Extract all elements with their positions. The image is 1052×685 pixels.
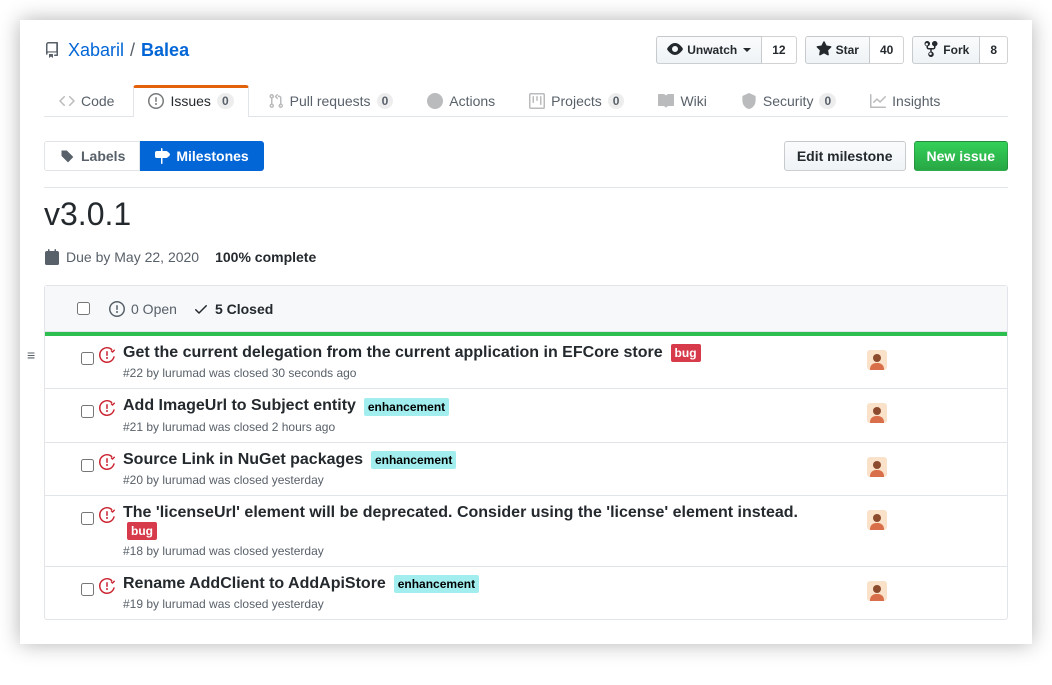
project-icon	[529, 93, 545, 109]
check-icon	[193, 301, 209, 317]
issue-opened-icon	[109, 301, 125, 317]
due-date: Due by May 22, 2020	[66, 249, 199, 265]
issue-title-link[interactable]: Get the current delegation from the curr…	[123, 344, 663, 361]
fork-count[interactable]: 8	[980, 36, 1008, 64]
repo-header: Xabaril / Balea Unwatch 12 Star 40	[44, 36, 1008, 64]
issue-label[interactable]: bug	[127, 522, 157, 540]
issue-label[interactable]: bug	[671, 344, 701, 362]
issue-meta: #18 by lurumad was closed yesterday	[123, 540, 999, 558]
star-button[interactable]: Star	[805, 36, 870, 64]
star-icon	[816, 40, 832, 60]
row-checkbox[interactable]	[81, 583, 94, 596]
issue-title-link[interactable]: Add ImageUrl to Subject entity	[123, 397, 356, 414]
repo-title: Xabaril / Balea	[44, 40, 189, 61]
row-checkbox[interactable]	[81, 405, 94, 418]
closed-filter[interactable]: 5 Closed	[193, 301, 273, 317]
issue-label[interactable]: enhancement	[394, 575, 479, 593]
issue-row: The 'licenseUrl' element will be depreca…	[45, 495, 1007, 566]
pulls-counter: 0	[377, 93, 394, 109]
tag-icon	[59, 148, 75, 164]
tab-projects[interactable]: Projects 0	[514, 85, 639, 117]
assignee-avatar[interactable]	[867, 581, 887, 604]
issue-row: Source Link in NuGet packages enhancemen…	[45, 442, 1007, 495]
issue-closed-icon	[99, 400, 115, 416]
issue-list: 0 Open 5 Closed ≡Get the current delegat…	[44, 285, 1008, 620]
issue-closed-icon	[99, 578, 115, 594]
issue-title-link[interactable]: Rename AddClient to AddApiStore	[123, 575, 386, 592]
assignee-avatar[interactable]	[867, 510, 887, 533]
issue-title-link[interactable]: The 'licenseUrl' element will be depreca…	[123, 504, 798, 521]
repo-actions: Unwatch 12 Star 40 Fork 8	[656, 36, 1008, 64]
owner-link[interactable]: Xabaril	[68, 40, 124, 61]
shield-icon	[741, 93, 757, 109]
tab-pull-requests[interactable]: Pull requests 0	[253, 85, 409, 117]
fork-button[interactable]: Fork	[912, 36, 980, 64]
tab-security[interactable]: Security 0	[726, 85, 851, 117]
new-issue-button[interactable]: New issue	[914, 141, 1008, 171]
pull-request-icon	[268, 93, 284, 109]
row-checkbox[interactable]	[81, 459, 94, 472]
tab-insights[interactable]: Insights	[855, 85, 955, 117]
issue-label[interactable]: enhancement	[371, 451, 456, 469]
fork-icon	[923, 40, 939, 60]
milestone-meta: Due by May 22, 2020 100% complete	[44, 249, 1008, 265]
caret-down-icon	[743, 48, 751, 52]
edit-milestone-button[interactable]: Edit milestone	[784, 141, 906, 171]
milestone-icon	[154, 148, 170, 164]
book-icon	[658, 93, 674, 109]
assignee-avatar[interactable]	[867, 403, 887, 426]
code-icon	[59, 93, 75, 109]
graph-icon	[870, 93, 886, 109]
projects-counter: 0	[608, 93, 625, 109]
row-checkbox[interactable]	[81, 512, 94, 525]
path-separator: /	[130, 40, 135, 61]
issue-row: Rename AddClient to AddApiStore enhancem…	[45, 566, 1007, 619]
repo-link[interactable]: Balea	[141, 40, 189, 61]
issue-row: Add ImageUrl to Subject entity enhanceme…	[45, 388, 1007, 441]
issue-opened-icon	[148, 93, 164, 109]
assignee-avatar[interactable]	[867, 457, 887, 480]
milestones-tab[interactable]: Milestones	[140, 141, 263, 171]
security-counter: 0	[819, 93, 836, 109]
percent-complete: 100% complete	[215, 249, 316, 265]
issue-closed-icon	[99, 507, 115, 523]
issues-subnav: Labels Milestones Edit milestone New iss…	[44, 141, 1008, 171]
issue-label[interactable]: enhancement	[364, 398, 449, 416]
reorder-handle[interactable]: ≡	[27, 348, 35, 362]
issue-list-header: 0 Open 5 Closed	[45, 286, 1007, 332]
labels-tab[interactable]: Labels	[44, 141, 140, 171]
issue-title-link[interactable]: Source Link in NuGet packages	[123, 451, 363, 468]
issue-row: ≡Get the current delegation from the cur…	[45, 336, 1007, 388]
row-checkbox[interactable]	[81, 352, 94, 365]
milestone-title: v3.0.1	[44, 196, 1008, 233]
play-icon	[427, 93, 443, 109]
tab-wiki[interactable]: Wiki	[643, 85, 721, 117]
issue-closed-icon	[99, 347, 115, 363]
open-filter[interactable]: 0 Open	[109, 301, 177, 317]
issue-closed-icon	[99, 454, 115, 470]
calendar-icon	[44, 249, 60, 265]
watch-count[interactable]: 12	[762, 36, 796, 64]
eye-icon	[667, 40, 683, 60]
repo-icon	[44, 42, 60, 58]
assignee-avatar[interactable]	[867, 350, 887, 373]
divider	[44, 187, 1008, 188]
star-count[interactable]: 40	[870, 36, 904, 64]
issues-counter: 0	[217, 93, 234, 109]
tab-actions[interactable]: Actions	[412, 85, 510, 117]
tab-code[interactable]: Code	[44, 85, 129, 117]
tab-issues[interactable]: Issues 0	[133, 85, 248, 117]
select-all-checkbox[interactable]	[77, 302, 90, 315]
repo-nav: Code Issues 0 Pull requests 0 Actions Pr…	[44, 84, 1008, 117]
watch-button[interactable]: Unwatch	[656, 36, 762, 64]
